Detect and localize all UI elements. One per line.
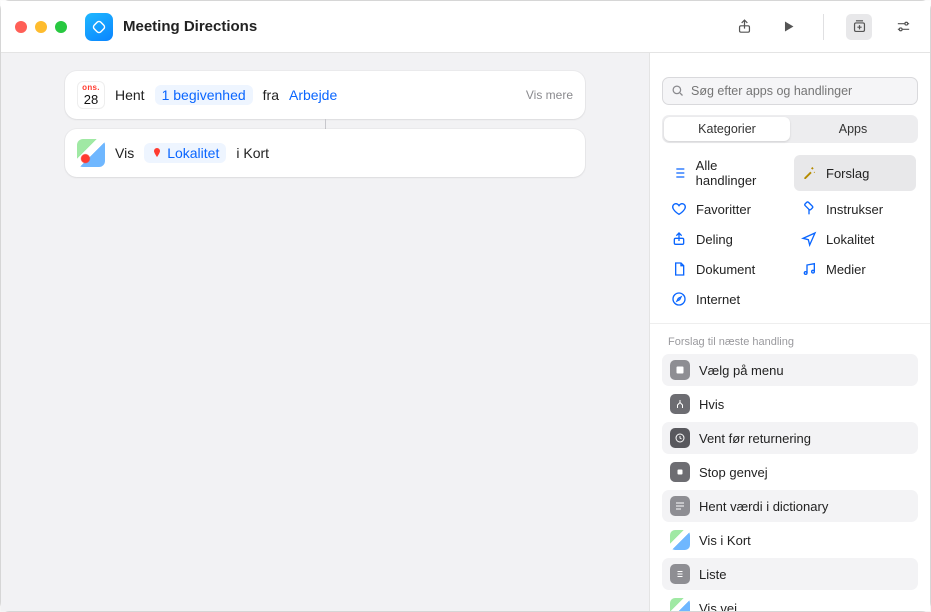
action-connector xyxy=(325,119,326,129)
scripting-icon xyxy=(800,200,818,218)
action-text: Vis xyxy=(115,145,134,161)
safari-icon xyxy=(670,290,688,308)
shortcut-canvas[interactable]: ons. 28 Hent 1 begivenhed fra Arbejde Vi… xyxy=(1,53,649,611)
share-button[interactable] xyxy=(731,14,757,40)
toolbar-divider xyxy=(823,14,824,40)
suggestion-show-in-maps[interactable]: Vis i Kort xyxy=(662,524,918,556)
dictionary-icon xyxy=(670,496,690,516)
branch-icon xyxy=(670,394,690,414)
list-icon xyxy=(670,564,690,584)
category-suggestions[interactable]: Forslag xyxy=(794,155,916,191)
category-documents[interactable]: Dokument xyxy=(664,257,786,281)
maps-icon xyxy=(670,530,690,550)
action-show-in-maps[interactable]: Vis Lokalitet i Kort xyxy=(65,129,585,177)
show-more-button[interactable]: Vis mere xyxy=(526,88,573,102)
clock-arrow-icon xyxy=(670,428,690,448)
event-count-token[interactable]: 1 begivenhed xyxy=(155,85,253,105)
close-window[interactable] xyxy=(15,21,27,33)
tab-apps[interactable]: Apps xyxy=(790,117,916,141)
document-icon xyxy=(670,260,688,278)
action-text: fra xyxy=(263,87,279,103)
calendar-name-token[interactable]: Arbejde xyxy=(289,87,337,103)
suggestion-stop-shortcut[interactable]: Stop genvej xyxy=(662,456,918,488)
shortcut-app-icon xyxy=(85,13,113,41)
heart-icon xyxy=(670,200,688,218)
location-icon xyxy=(800,230,818,248)
settings-toggle[interactable] xyxy=(890,14,916,40)
minimize-window[interactable] xyxy=(35,21,47,33)
suggestions-header: Forslag til næste handling xyxy=(650,324,930,354)
share-icon xyxy=(670,230,688,248)
library-tabs: Kategorier Apps xyxy=(662,115,918,143)
list-icon xyxy=(670,164,688,182)
category-favorites[interactable]: Favoritter xyxy=(664,197,786,221)
action-library-sidebar: Kategorier Apps Alle handlinger Forslag … xyxy=(649,53,930,611)
suggestion-get-dictionary-value[interactable]: Hent værdi i dictionary xyxy=(662,490,918,522)
suggestion-list[interactable]: Liste xyxy=(662,558,918,590)
maps-icon xyxy=(670,598,690,611)
shortcut-title: Meeting Directions xyxy=(123,18,257,35)
category-sharing[interactable]: Deling xyxy=(664,227,786,251)
suggestion-choose-from-menu[interactable]: Vælg på menu xyxy=(662,354,918,386)
menu-icon xyxy=(670,360,690,380)
suggestions-list: Vælg på menu Hvis Vent før returnering S… xyxy=(650,354,930,611)
suggestion-if[interactable]: Hvis xyxy=(662,388,918,420)
suggestion-wait-to-return[interactable]: Vent før returnering xyxy=(662,422,918,454)
music-icon xyxy=(800,260,818,278)
zoom-window[interactable] xyxy=(55,21,67,33)
stop-icon xyxy=(670,462,690,482)
category-media[interactable]: Medier xyxy=(794,257,916,281)
titlebar: Meeting Directions xyxy=(1,1,930,53)
wand-icon xyxy=(800,164,818,182)
run-button[interactable] xyxy=(775,14,801,40)
tab-categories[interactable]: Kategorier xyxy=(664,117,790,141)
search-field[interactable] xyxy=(662,77,918,105)
search-icon xyxy=(670,83,685,98)
calendar-icon: ons. 28 xyxy=(77,81,105,109)
window-controls xyxy=(15,21,67,33)
action-text: i Kort xyxy=(236,145,269,161)
suggestion-show-directions[interactable]: Vis vej xyxy=(662,592,918,611)
action-text: Hent xyxy=(115,87,145,103)
location-variable-token[interactable]: Lokalitet xyxy=(144,143,226,163)
category-web[interactable]: Internet xyxy=(664,287,786,311)
category-all-actions[interactable]: Alle handlinger xyxy=(664,155,786,191)
library-toggle[interactable] xyxy=(846,14,872,40)
action-get-calendar-events[interactable]: ons. 28 Hent 1 begivenhed fra Arbejde Vi… xyxy=(65,71,585,119)
category-location[interactable]: Lokalitet xyxy=(794,227,916,251)
category-scripting[interactable]: Instrukser xyxy=(794,197,916,221)
search-input[interactable] xyxy=(662,77,918,105)
maps-icon xyxy=(77,139,105,167)
